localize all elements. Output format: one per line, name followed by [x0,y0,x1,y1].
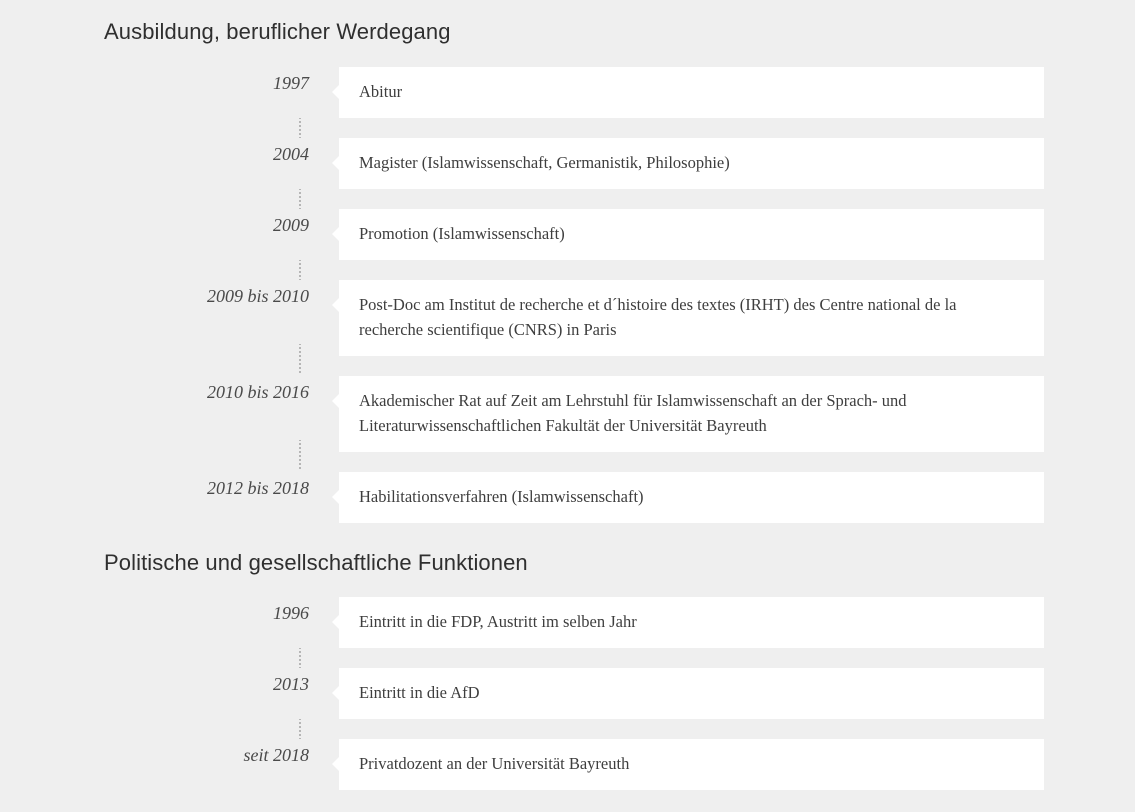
timeline-dotted-connector [299,118,301,138]
timeline-year: 2010 bis 2016 [206,382,309,402]
timeline-entry: 1996 Eintritt in die FDP, Austritt im se… [0,597,1135,668]
timeline-year: 1996 [273,603,309,623]
timeline-dotted-connector [299,189,301,209]
timeline-card: Promotion (Islamwissenschaft) [332,209,1044,260]
timeline-dotted-connector [299,719,301,739]
timeline-entry: 1997 Abitur [0,67,1135,138]
timeline-entry: 2009 bis 2010 Post-Doc am Institut de re… [0,280,1135,374]
timeline-card: Privatdozent an der Universität Bayreuth [332,739,1044,790]
timeline-entry: 2009 Promotion (Islamwissenschaft) [0,209,1135,280]
timeline-entry: 2013 Eintritt in die AfD [0,668,1135,739]
timeline-dotted-connector [299,440,301,470]
timeline-card: Akademischer Rat auf Zeit am Lehrstuhl f… [332,376,1044,452]
timeline-card: Eintritt in die AfD [332,668,1044,719]
section-title-politische-funktionen: Politische und gesellschaftliche Funktio… [104,550,528,575]
timeline-year: seit 2018 [243,745,310,765]
timeline-card: Magister (Islamwissenschaft, Germanistik… [332,138,1044,189]
timeline-entry: seit 2018 Privatdozent an der Universitä… [0,739,1135,790]
timeline-year: 2009 [273,215,309,235]
timeline-entry: 2010 bis 2016 Akademischer Rat auf Zeit … [0,376,1135,470]
timeline-year: 2012 bis 2018 [206,478,309,498]
timeline-year: 2004 [273,144,309,164]
timeline-card: Post-Doc am Institut de recherche et d´h… [332,280,1044,356]
timeline-entry: 2004 Magister (Islamwissenschaft, German… [0,138,1135,209]
timeline-entry: 2012 bis 2018 Habilitationsverfahren (Is… [0,472,1135,523]
timeline-year: 1997 [273,73,309,93]
timeline-card: Eintritt in die FDP, Austritt im selben … [332,597,1044,648]
timeline-dotted-connector [299,344,301,374]
timeline-year: 2009 bis 2010 [206,286,309,306]
timeline-card: Habilitationsverfahren (Islamwissenschaf… [332,472,1044,523]
timeline-politische-funktionen: 1996 Eintritt in die FDP, Austritt im se… [0,597,1135,810]
timeline-year: 2013 [273,674,309,694]
section-title-ausbildung: Ausbildung, beruflicher Werdegang [104,19,451,44]
timeline-dotted-connector [299,648,301,668]
timeline-dotted-connector [299,260,301,280]
timeline-card: Abitur [332,67,1044,118]
timeline-ausbildung: 1997 Abitur 2004 Magister (Islamwissensc… [0,67,1135,543]
